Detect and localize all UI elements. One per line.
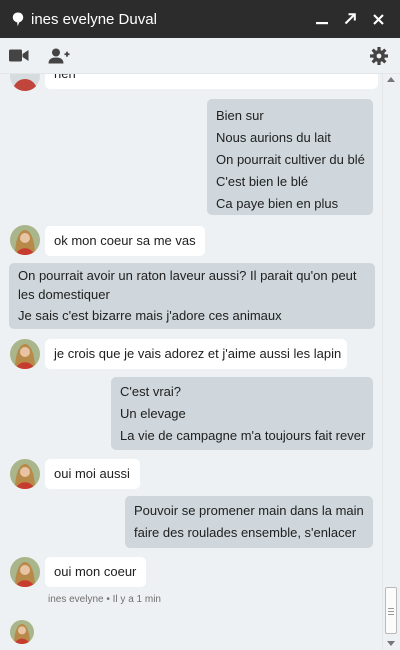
message-bubble: oui mon coeur <box>45 557 146 587</box>
popout-icon[interactable] <box>336 5 364 33</box>
message-text: ok mon coeur sa me vas <box>54 233 196 248</box>
message-text: oui moi aussi <box>54 466 130 481</box>
scroll-up-icon[interactable] <box>387 77 395 82</box>
message-text: Ca paye bien en plus <box>216 196 339 211</box>
message-text: C'est bien le blé <box>216 174 309 189</box>
chat-toolbar <box>0 38 400 74</box>
message-bubble: rien <box>45 74 378 89</box>
gear-icon[interactable] <box>365 42 393 70</box>
scrollbar[interactable] <box>382 74 400 650</box>
avatar <box>10 339 40 369</box>
message-list[interactable]: rien Bien sur Nous aurions du lait On po… <box>0 74 382 650</box>
add-person-icon[interactable] <box>45 42 73 70</box>
message-bubble: On pourrait avoir un raton laveur aussi?… <box>9 263 375 329</box>
message-text: les domestiquer <box>18 287 110 302</box>
avatar <box>10 225 40 255</box>
close-icon[interactable] <box>364 5 392 33</box>
scroll-down-icon[interactable] <box>387 641 395 646</box>
message-text: C'est vrai? <box>120 384 182 399</box>
message-bubble: Bien sur Nous aurions du lait On pourrai… <box>207 99 373 215</box>
grip-line <box>388 608 394 609</box>
message-text: faire des roulades ensemble, s'enlacer <box>134 525 357 540</box>
message-text: La vie de campagne m'a toujours fait rev… <box>120 428 366 443</box>
scrollbar-thumb[interactable] <box>385 587 397 634</box>
avatar <box>10 557 40 587</box>
message-text: Pouvoir se promener main dans la main <box>134 503 364 518</box>
message-text: je crois que je vais adorez et j'aime au… <box>54 346 342 361</box>
grip-line <box>388 614 394 615</box>
message-text: Un elevage <box>120 406 186 421</box>
chat-bubble-icon <box>12 12 24 26</box>
video-icon[interactable] <box>5 42 33 70</box>
minimize-icon[interactable] <box>308 5 336 33</box>
message-text: rien <box>54 74 369 85</box>
message-bubble: ok mon coeur sa me vas <box>45 226 205 256</box>
window-controls <box>308 5 392 33</box>
message-text: Nous aurions du lait <box>216 130 331 145</box>
message-bubble: je crois que je vais adorez et j'aime au… <box>45 339 347 369</box>
message-bubble: Pouvoir se promener main dans la main fa… <box>125 496 373 548</box>
message-text: Je sais c'est bizarre mais j'adore ces a… <box>18 308 282 323</box>
avatar <box>10 620 34 644</box>
message-text: On pourrait avoir un raton laveur aussi?… <box>18 268 357 283</box>
window-title: ines evelyne Duval <box>31 10 157 28</box>
window-titlebar: ines evelyne Duval <box>0 0 400 38</box>
message-bubble: C'est vrai? Un elevage La vie de campagn… <box>111 377 373 450</box>
message-meta: ines evelyne • Il y a 1 min <box>48 594 161 605</box>
message-bubble: oui moi aussi <box>45 459 140 489</box>
message-text: oui mon coeur <box>54 564 137 579</box>
avatar <box>10 74 40 91</box>
avatar <box>10 459 40 489</box>
message-text: On pourrait cultiver du blé <box>216 152 365 167</box>
message-text: Bien sur <box>216 108 264 123</box>
grip-line <box>388 611 394 612</box>
